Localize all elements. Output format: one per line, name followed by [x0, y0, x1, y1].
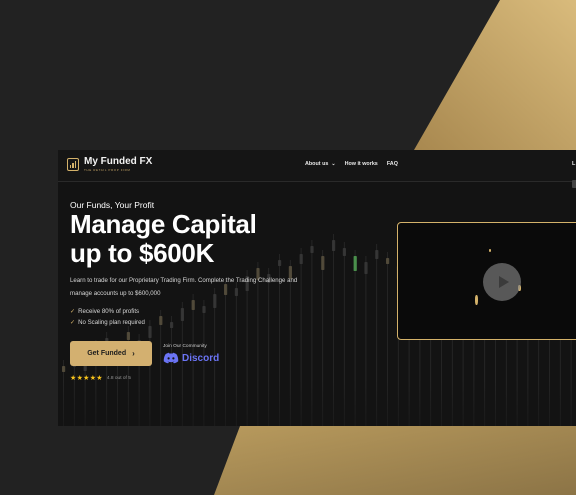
candle-body: [159, 316, 163, 325]
check-icon: ✓: [70, 308, 76, 315]
gold-diagonal-shape-top: [414, 0, 576, 150]
discord-icon: [163, 352, 179, 364]
community-block: Join Our Community Discord: [163, 344, 219, 364]
candle-body: [332, 240, 336, 251]
background-fade: [58, 380, 576, 426]
candle-body: [342, 248, 346, 256]
get-funded-button[interactable]: Get Funded ›: [70, 341, 152, 366]
headline-line-2: up to $600K: [70, 238, 215, 268]
candle-body: [364, 262, 368, 274]
navbar: My Funded FX THE RETAIL PROP FIRM About …: [58, 150, 576, 182]
chevron-down-icon: ⌄: [331, 161, 336, 167]
candle-body: [170, 322, 174, 328]
gold-particle: [489, 249, 491, 252]
candle-body: [148, 326, 152, 338]
nav-login-link[interactable]: L: [572, 161, 575, 167]
rating-text: 4.8 out of 5: [106, 375, 131, 381]
feature-text: No Scaling plan required: [78, 318, 145, 326]
headline-line-1: Manage Capital: [70, 209, 257, 239]
feature-item: ✓ No Scaling plan required: [70, 318, 145, 329]
candle-body: [299, 254, 303, 264]
get-funded-label: Get Funded: [87, 350, 127, 357]
candle-body: [310, 246, 314, 253]
candle-body: [180, 308, 184, 321]
gold-particle: [475, 295, 478, 305]
play-icon[interactable]: [483, 263, 521, 301]
hero-headline: Manage Capital up to $600K: [70, 210, 257, 268]
logo-name: My Funded FX: [84, 156, 153, 167]
hero-description: Learn to trade for our Proprietary Tradi…: [70, 277, 298, 297]
gold-diagonal-shape-bottom: [214, 426, 576, 495]
chevron-right-icon: ›: [132, 349, 135, 358]
chart-bars-icon: [67, 158, 79, 171]
candle-body: [353, 256, 357, 271]
join-community-label: Join Our Community: [163, 344, 207, 349]
candle-body: [62, 366, 66, 372]
logo-text: My Funded FX THE RETAIL PROP FIRM: [84, 156, 153, 173]
star-rating-icons: ★★★★★: [70, 375, 103, 382]
candle-body: [278, 260, 282, 266]
feature-list: ✓ Receive 80% of profits ✓ No Scaling plan…: [70, 307, 145, 328]
feature-item: ✓ Receive 80% of profits: [70, 307, 145, 318]
candle-body: [202, 306, 206, 313]
candle-body: [386, 258, 390, 264]
candle-body: [375, 250, 379, 259]
rating: ★★★★★ 4.8 out of 5: [70, 374, 131, 382]
candle-body: [191, 300, 195, 310]
feature-text: Receive 80% of profits: [78, 308, 140, 315]
nav-item-how-it-works[interactable]: How it works: [345, 161, 378, 167]
candle-body: [126, 332, 130, 340]
nav-about-label: About us: [305, 161, 329, 167]
check-icon: ✓: [70, 318, 76, 326]
discord-label: Discord: [182, 352, 220, 364]
nav-links: About us ⌄ How it works FAQ: [305, 161, 398, 167]
candle-body: [321, 256, 325, 270]
nav-item-faq[interactable]: FAQ: [387, 161, 398, 167]
video-player[interactable]: [397, 222, 576, 340]
discord-link[interactable]: Discord: [163, 352, 219, 364]
logo-subtitle: THE RETAIL PROP FIRM: [84, 168, 131, 172]
nav-item-about[interactable]: About us ⌄: [305, 161, 336, 167]
side-tab[interactable]: [572, 180, 576, 188]
website-screenshot: My Funded FX THE RETAIL PROP FIRM About …: [58, 150, 576, 426]
logo[interactable]: My Funded FX THE RETAIL PROP FIRM: [67, 157, 152, 172]
